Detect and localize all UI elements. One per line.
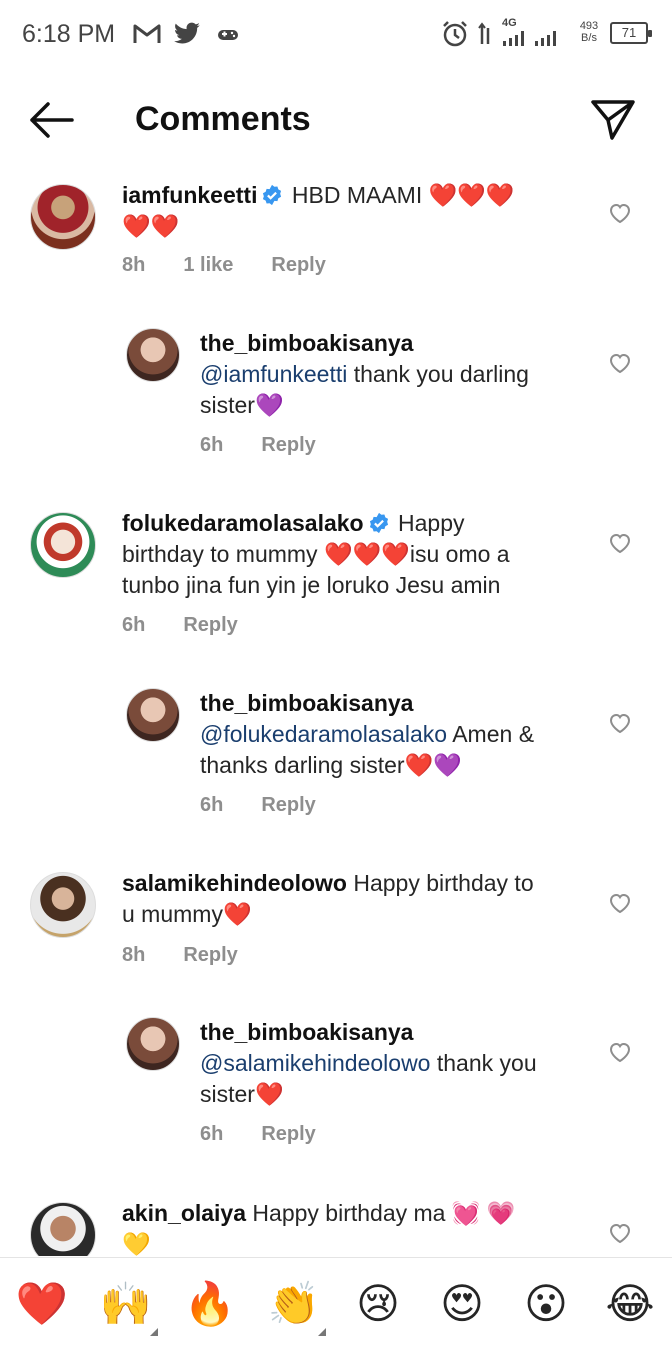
comment-message: thank you bbox=[436, 1050, 537, 1076]
data-transfer-icon bbox=[476, 20, 494, 48]
comment-message-line2: 💛 bbox=[122, 1231, 151, 1256]
skin-tone-indicator-icon bbox=[318, 1328, 326, 1336]
network-speed: 493 B/s bbox=[574, 20, 604, 44]
like-heart-icon[interactable] bbox=[608, 1041, 632, 1063]
comment-message: Happy birthday to bbox=[353, 870, 534, 896]
comment-message-line2: sister💜 bbox=[200, 392, 284, 418]
like-heart-icon[interactable] bbox=[608, 352, 632, 374]
avatar[interactable] bbox=[30, 872, 96, 938]
comment-message-line2: sister❤️ bbox=[200, 1081, 284, 1107]
battery-icon: 71 bbox=[610, 22, 652, 44]
emoji-fire-button[interactable]: 🔥 bbox=[182, 1276, 238, 1332]
avatar[interactable] bbox=[30, 184, 96, 250]
comment-text: iamfunkeetti HBD MAAMI ❤️❤️❤️ ❤️❤️ bbox=[122, 180, 582, 242]
comment-username[interactable]: the_bimboakisanya bbox=[200, 690, 413, 716]
comment-message-line2: thanks darling sister❤️💜 bbox=[200, 752, 462, 778]
twitter-icon bbox=[172, 20, 202, 48]
comment-username[interactable]: the_bimboakisanya bbox=[200, 330, 413, 356]
emoji-surprised-button[interactable]: 😮 bbox=[518, 1276, 574, 1332]
emoji-laughing-button[interactable]: 😂 bbox=[602, 1276, 658, 1332]
verified-badge-icon bbox=[369, 512, 388, 534]
comment-message: Happy bbox=[398, 510, 465, 536]
skin-tone-indicator-icon bbox=[150, 1328, 158, 1336]
like-heart-icon[interactable] bbox=[608, 202, 632, 224]
avatar[interactable] bbox=[30, 512, 96, 578]
comment-username[interactable]: folukedaramolasalako bbox=[122, 510, 364, 536]
comment-username[interactable]: akin_olaiya bbox=[122, 1200, 246, 1226]
reply-button[interactable]: Reply bbox=[271, 254, 325, 277]
emoji-quick-bar: ❤️ 🙌 🔥 👏 😢 😍 😮 😂 bbox=[0, 1257, 672, 1357]
like-heart-icon[interactable] bbox=[608, 532, 632, 554]
comment-text: the_bimboakisanya @salamikehindeolowo th… bbox=[200, 1017, 600, 1110]
share-button[interactable] bbox=[590, 96, 636, 142]
verified-badge-icon bbox=[263, 184, 282, 206]
comment-meta: 6h Reply bbox=[200, 1123, 354, 1146]
comment-time: 8h bbox=[122, 254, 146, 276]
alarm-icon bbox=[440, 20, 470, 48]
comment-text: salamikehindeolowo Happy birthday to u m… bbox=[122, 868, 592, 930]
status-bar: 6:18 PM 4G 493 B/s 71 bbox=[0, 0, 672, 68]
status-time: 6:18 PM bbox=[22, 20, 116, 48]
reply-button[interactable]: Reply bbox=[261, 1123, 315, 1146]
comment-meta: 8h 1 like Reply bbox=[122, 254, 364, 277]
comment-message-line2: u mummy❤️ bbox=[122, 901, 252, 927]
comment-username[interactable]: the_bimboakisanya bbox=[200, 1019, 413, 1045]
comment-mention[interactable]: @iamfunkeetti bbox=[200, 361, 347, 387]
comment-message: HBD MAAMI ❤️❤️❤️ bbox=[291, 182, 515, 208]
comment-meta: 6h Reply bbox=[122, 614, 276, 637]
comment-username[interactable]: salamikehindeolowo bbox=[122, 870, 347, 896]
comment-meta: 8h Reply bbox=[122, 944, 276, 967]
comment-time: 8h bbox=[122, 944, 146, 966]
comment-message-line2: birthday to mummy ❤️❤️❤️isu omo a bbox=[122, 541, 510, 567]
emoji-raising-hands-button[interactable]: 🙌 bbox=[98, 1276, 154, 1332]
comment-time: 6h bbox=[200, 794, 224, 816]
network-speed-unit: B/s bbox=[581, 32, 597, 44]
comment-message: Amen & bbox=[452, 721, 535, 747]
comment-mention[interactable]: @folukedaramolasalako bbox=[200, 721, 447, 747]
emoji-heart-eyes-button[interactable]: 😍 bbox=[434, 1276, 490, 1332]
network-speed-value: 493 bbox=[579, 20, 599, 32]
emoji-heart-button[interactable]: ❤️ bbox=[14, 1276, 70, 1332]
gmail-icon bbox=[132, 20, 162, 48]
back-button[interactable] bbox=[28, 100, 76, 140]
like-heart-icon[interactable] bbox=[608, 712, 632, 734]
comment-message: thank you darling bbox=[353, 361, 529, 387]
app-header: Comments bbox=[0, 68, 672, 172]
like-heart-icon[interactable] bbox=[608, 892, 632, 914]
game-controller-icon bbox=[215, 20, 241, 48]
comment-message: Happy birthday ma 💓 💗 bbox=[252, 1200, 516, 1226]
avatar[interactable] bbox=[126, 1017, 180, 1071]
comment-time: 6h bbox=[122, 614, 146, 636]
comment-text: the_bimboakisanya @folukedaramolasalako … bbox=[200, 688, 600, 781]
comment-text: folukedaramolasalako Happy birthday to m… bbox=[122, 508, 592, 601]
comment-meta: 6h Reply bbox=[200, 794, 354, 817]
comment-time: 6h bbox=[200, 1123, 224, 1145]
comment-meta: 6h Reply bbox=[200, 434, 354, 457]
avatar[interactable] bbox=[30, 1202, 96, 1256]
signal-icon bbox=[500, 28, 566, 48]
emoji-clapping-button[interactable]: 👏 bbox=[266, 1276, 322, 1332]
avatar[interactable] bbox=[126, 688, 180, 742]
reply-button[interactable]: Reply bbox=[183, 944, 237, 967]
back-arrow-icon bbox=[30, 102, 74, 138]
send-icon bbox=[591, 100, 635, 140]
avatar[interactable] bbox=[126, 328, 180, 382]
like-heart-icon[interactable] bbox=[608, 1222, 632, 1244]
comment-text: akin_olaiya Happy birthday ma 💓 💗 💛 bbox=[122, 1198, 592, 1256]
comment-mention[interactable]: @salamikehindeolowo bbox=[200, 1050, 430, 1076]
comment-message-line3: tunbo jina fun yin je loruko Jesu amin bbox=[122, 572, 501, 598]
reply-button[interactable]: Reply bbox=[261, 434, 315, 457]
comment-item: akin_olaiya Happy birthday ma 💓 💗 💛 bbox=[0, 1198, 672, 1256]
reply-button[interactable]: Reply bbox=[183, 614, 237, 637]
emoji-crying-button[interactable]: 😢 bbox=[350, 1276, 406, 1332]
comment-username[interactable]: iamfunkeetti bbox=[122, 182, 257, 208]
comment-time: 6h bbox=[200, 434, 224, 456]
reply-button[interactable]: Reply bbox=[261, 794, 315, 817]
comment-likes[interactable]: 1 like bbox=[183, 254, 233, 277]
comment-message-line2: ❤️❤️ bbox=[122, 213, 180, 239]
comment-text: the_bimboakisanya @iamfunkeetti thank yo… bbox=[200, 328, 590, 421]
page-title: Comments bbox=[135, 100, 311, 138]
